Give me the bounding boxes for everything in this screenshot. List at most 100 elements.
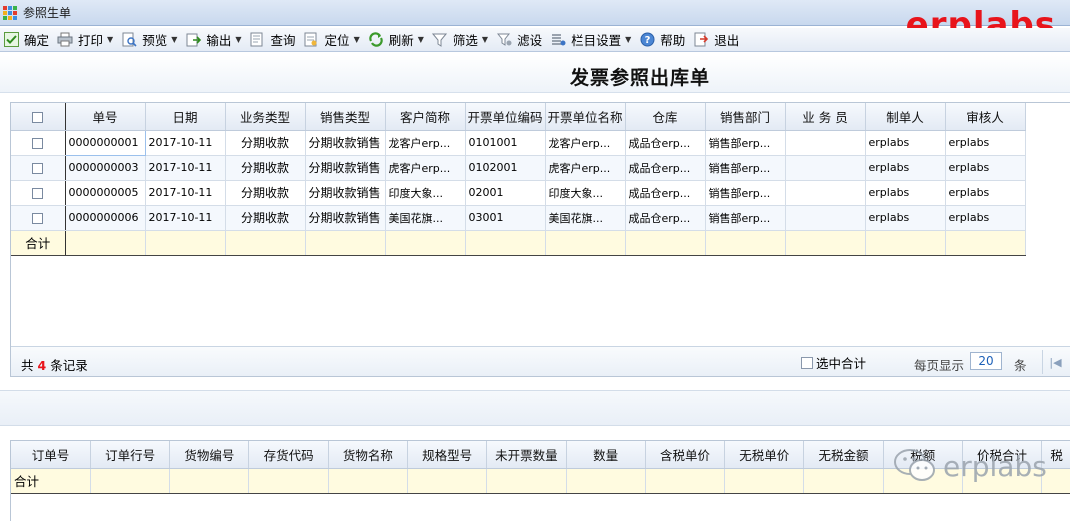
- column-header[interactable]: 数量: [566, 441, 646, 469]
- table-cell[interactable]: erplabs: [865, 180, 946, 206]
- table-cell[interactable]: 0000000005: [65, 180, 146, 206]
- table-cell[interactable]: 分期收款销售: [305, 130, 386, 156]
- column-header[interactable]: 销售部门: [705, 103, 786, 131]
- table-cell[interactable]: 虎客户erp...: [385, 155, 466, 181]
- table-cell[interactable]: [785, 180, 866, 206]
- locate-button[interactable]: 定位 ▼: [301, 29, 363, 51]
- column-header[interactable]: 制单人: [865, 103, 946, 131]
- column-header[interactable]: 客户简称: [385, 103, 466, 131]
- table-cell[interactable]: erplabs: [945, 130, 1026, 156]
- filter-settings-button[interactable]: 滤设: [493, 29, 545, 51]
- column-header[interactable]: 规格型号: [407, 441, 488, 469]
- column-header[interactable]: 开票单位编码: [465, 103, 546, 131]
- table-cell[interactable]: 销售部erp...: [705, 205, 786, 231]
- table-cell[interactable]: 03001: [465, 205, 546, 231]
- query-button[interactable]: 查询: [247, 29, 299, 51]
- table-cell[interactable]: 02001: [465, 180, 546, 206]
- table-cell[interactable]: 龙客户erp...: [545, 130, 626, 156]
- export-button[interactable]: 输出 ▼: [182, 29, 244, 51]
- column-header[interactable]: 税: [1041, 441, 1070, 469]
- row-checkbox[interactable]: [32, 212, 44, 224]
- table-cell[interactable]: 成品仓erp...: [625, 205, 706, 231]
- column-header[interactable]: 单号: [65, 103, 146, 131]
- table-cell[interactable]: 2017-10-11: [145, 130, 226, 156]
- column-header[interactable]: 未开票数量: [486, 441, 567, 469]
- table-cell[interactable]: 0000000001: [64, 129, 146, 156]
- table-cell[interactable]: [785, 155, 866, 181]
- panel-splitter[interactable]: [0, 390, 1070, 426]
- table-cell[interactable]: 0000000006: [65, 205, 146, 231]
- table-cell[interactable]: erplabs: [945, 155, 1026, 181]
- column-header[interactable]: 价税合计: [962, 441, 1043, 469]
- table-cell[interactable]: 0101001: [465, 130, 546, 156]
- table-cell[interactable]: 分期收款销售: [305, 205, 386, 231]
- column-header[interactable]: 日期: [145, 103, 226, 131]
- table-cell[interactable]: 分期收款: [225, 155, 306, 181]
- column-header[interactable]: 业 务 员: [785, 103, 866, 131]
- help-button[interactable]: ? 帮助: [636, 29, 688, 51]
- column-header[interactable]: 订单号: [11, 441, 91, 469]
- table-cell[interactable]: 分期收款: [225, 130, 306, 156]
- table-cell[interactable]: 印度大象...: [385, 180, 466, 206]
- table-row[interactable]: 0000000006 2017-10-11 分期收款 分期收款销售 美国花旗..…: [11, 205, 1026, 231]
- column-header[interactable]: 货物编号: [169, 441, 250, 469]
- table-cell[interactable]: 成品仓erp...: [625, 130, 706, 156]
- select-all-checkbox-cell[interactable]: [11, 103, 66, 131]
- column-header[interactable]: 开票单位名称: [545, 103, 626, 131]
- table-cell[interactable]: erplabs: [865, 130, 946, 156]
- selected-sum-toggle[interactable]: 选中合计: [801, 353, 866, 372]
- column-header[interactable]: 无税单价: [724, 441, 805, 469]
- table-cell[interactable]: 分期收款: [225, 205, 306, 231]
- table-cell[interactable]: 2017-10-11: [145, 155, 226, 181]
- first-page-button[interactable]: |◀: [1042, 350, 1068, 374]
- table-cell[interactable]: [785, 130, 866, 156]
- column-header[interactable]: 货物名称: [328, 441, 409, 469]
- column-header[interactable]: 存货代码: [248, 441, 329, 469]
- table-cell[interactable]: 销售部erp...: [705, 155, 786, 181]
- table-cell[interactable]: 虎客户erp...: [545, 155, 626, 181]
- table-cell[interactable]: 0102001: [465, 155, 546, 181]
- column-header[interactable]: 无税金额: [803, 441, 884, 469]
- table-cell[interactable]: 美国花旗...: [545, 205, 626, 231]
- selected-sum-checkbox[interactable]: [801, 356, 813, 369]
- columns-settings-button[interactable]: 栏目设置 ▼: [547, 29, 634, 51]
- column-header[interactable]: 含税单价: [645, 441, 726, 469]
- table-cell[interactable]: 成品仓erp...: [625, 155, 706, 181]
- table-cell[interactable]: 成品仓erp...: [625, 180, 706, 206]
- select-all-checkbox[interactable]: [32, 111, 44, 123]
- preview-button[interactable]: 预览 ▼: [118, 29, 180, 51]
- row-checkbox[interactable]: [32, 137, 44, 149]
- table-cell[interactable]: erplabs: [945, 205, 1026, 231]
- table-cell[interactable]: 分期收款销售: [305, 155, 386, 181]
- column-header[interactable]: 税额: [883, 441, 963, 469]
- row-checkbox[interactable]: [32, 187, 44, 199]
- column-header[interactable]: 业务类型: [225, 103, 306, 131]
- column-header[interactable]: 销售类型: [305, 103, 386, 131]
- table-row[interactable]: 0000000005 2017-10-11 分期收款 分期收款销售 印度大象..…: [11, 180, 1026, 206]
- table-cell[interactable]: 龙客户erp...: [385, 130, 466, 156]
- table-cell[interactable]: erplabs: [865, 205, 946, 231]
- table-cell[interactable]: 2017-10-11: [145, 180, 226, 206]
- row-checkbox-cell[interactable]: [11, 205, 66, 231]
- page-size-input[interactable]: 20: [970, 352, 1002, 370]
- table-cell[interactable]: 美国花旗...: [385, 205, 466, 231]
- confirm-button[interactable]: 确定: [0, 29, 52, 51]
- table-cell[interactable]: [785, 205, 866, 231]
- table-row[interactable]: 0000000001 2017-10-11 分期收款 分期收款销售 龙客户erp…: [11, 129, 1026, 156]
- table-cell[interactable]: erplabs: [945, 180, 1026, 206]
- table-cell[interactable]: 销售部erp...: [705, 130, 786, 156]
- exit-button[interactable]: 退出: [690, 29, 742, 51]
- column-header[interactable]: 仓库: [625, 103, 706, 131]
- column-header[interactable]: 审核人: [945, 103, 1026, 131]
- row-checkbox[interactable]: [32, 162, 44, 174]
- table-cell[interactable]: 印度大象...: [545, 180, 626, 206]
- table-cell[interactable]: 0000000003: [65, 155, 146, 181]
- row-checkbox-cell[interactable]: [11, 130, 66, 156]
- table-cell[interactable]: 2017-10-11: [145, 205, 226, 231]
- row-checkbox-cell[interactable]: [11, 155, 66, 181]
- table-cell[interactable]: 分期收款: [225, 180, 306, 206]
- table-row[interactable]: 0000000003 2017-10-11 分期收款 分期收款销售 虎客户erp…: [11, 155, 1026, 181]
- row-checkbox-cell[interactable]: [11, 180, 66, 206]
- column-header[interactable]: 订单行号: [90, 441, 171, 469]
- filter-button[interactable]: 筛选 ▼: [429, 29, 491, 51]
